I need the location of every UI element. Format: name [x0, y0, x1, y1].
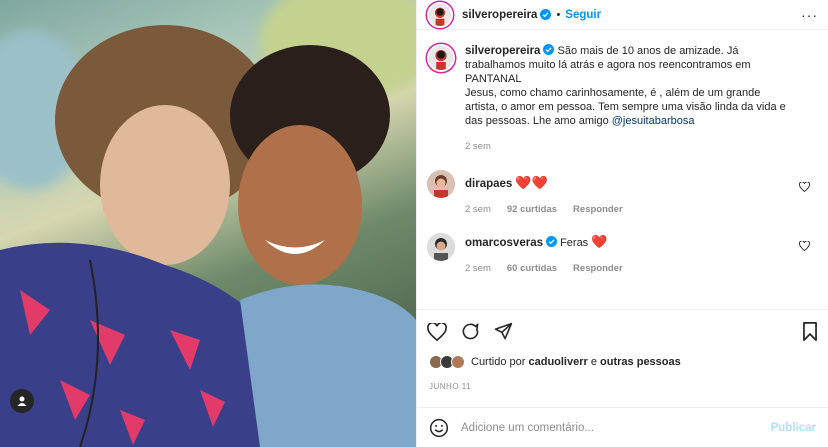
comment-item: omarcosveras Feras ❤️ 2 sem 60 curtidas … — [427, 233, 818, 276]
more-options-icon[interactable]: ··· — [801, 7, 818, 23]
commenter-avatar[interactable] — [427, 233, 455, 261]
liked-by-others[interactable]: outras pessoas — [600, 356, 681, 368]
liked-by-connector: e — [590, 356, 597, 368]
caption-line: trabalhamos muito lá atrás e agora nos r… — [465, 59, 751, 71]
post-sidebar: silveropereira • Seguir ··· silveroperei… — [416, 0, 828, 447]
comment-author[interactable]: dirapaes — [465, 178, 512, 190]
caption-line: Jesus, como chamo carinhosamente, é , al… — [465, 87, 761, 99]
comment-likes[interactable]: 92 curtidas — [507, 203, 557, 217]
user-tag-icon — [17, 396, 27, 406]
follow-button[interactable]: Seguir — [565, 9, 601, 21]
comment-time[interactable]: 2 sem — [465, 262, 491, 276]
comment-time[interactable]: 2 sem — [465, 203, 491, 217]
caption-line: PANTANAL — [465, 73, 522, 85]
comment-item: dirapaes ❤️❤️ 2 sem 92 curtidas Responde… — [427, 170, 818, 217]
heart-emoji: ❤️ — [591, 234, 608, 249]
liked-by-prefix: Curtido por — [471, 356, 526, 368]
comment-icon[interactable] — [461, 322, 480, 341]
caption-line: São mais de 10 anos de amizade. Já — [557, 45, 739, 57]
author-avatar[interactable] — [427, 1, 453, 28]
reply-button[interactable]: Responder — [573, 203, 623, 217]
liked-by-avatars[interactable] — [429, 355, 465, 369]
commenter-avatar[interactable] — [427, 170, 455, 198]
comment-author[interactable]: omarcosveras — [465, 237, 543, 249]
post-photo[interactable] — [0, 0, 416, 447]
emoji-icon[interactable] — [429, 418, 449, 438]
author-username[interactable]: silveropereira — [462, 9, 537, 21]
caption-line: das pessoas. Lhe amo amigo — [465, 115, 609, 127]
heart-icon[interactable] — [427, 322, 447, 341]
action-bar — [417, 309, 828, 353]
comment-text: Feras — [560, 237, 589, 249]
post-date[interactable]: JUNHO 11 — [429, 382, 471, 391]
comment-form: Publicar — [417, 407, 828, 447]
comment-like-icon[interactable] — [799, 241, 810, 251]
verified-icon — [546, 236, 557, 247]
reply-button[interactable]: Responder — [573, 262, 623, 276]
liker-avatar — [451, 355, 465, 369]
comment-input[interactable] — [461, 421, 771, 434]
publish-button[interactable]: Publicar — [771, 422, 816, 434]
verified-icon — [540, 9, 552, 20]
share-icon[interactable] — [494, 322, 513, 341]
user-tag-button[interactable] — [10, 389, 34, 413]
people-figures — [0, 25, 416, 447]
comment-like-icon[interactable] — [799, 182, 810, 192]
liked-by-user[interactable]: caduoliverr — [528, 356, 587, 368]
caption-avatar[interactable] — [427, 44, 455, 72]
comment-likes[interactable]: 60 curtidas — [507, 262, 557, 276]
caption-mention-link[interactable]: @jesuitabarbosa — [612, 115, 695, 127]
caption-line: artista, o amor em pessoa. Tem sempre um… — [465, 101, 786, 113]
post-header: silveropereira • Seguir ··· — [417, 0, 828, 30]
bookmark-icon[interactable] — [802, 322, 818, 341]
caption: silveropereira São mais de 10 anos de am… — [427, 44, 818, 154]
caption-time[interactable]: 2 sem — [465, 140, 491, 154]
verified-icon — [543, 44, 555, 55]
caption-author[interactable]: silveropereira — [465, 45, 540, 57]
comments-section: silveropereira São mais de 10 anos de am… — [417, 44, 828, 337]
heart-emoji: ❤️❤️ — [515, 175, 548, 190]
separator-dot: • — [556, 8, 561, 21]
liked-by: Curtido por caduoliverr e outras pessoas — [429, 355, 681, 369]
